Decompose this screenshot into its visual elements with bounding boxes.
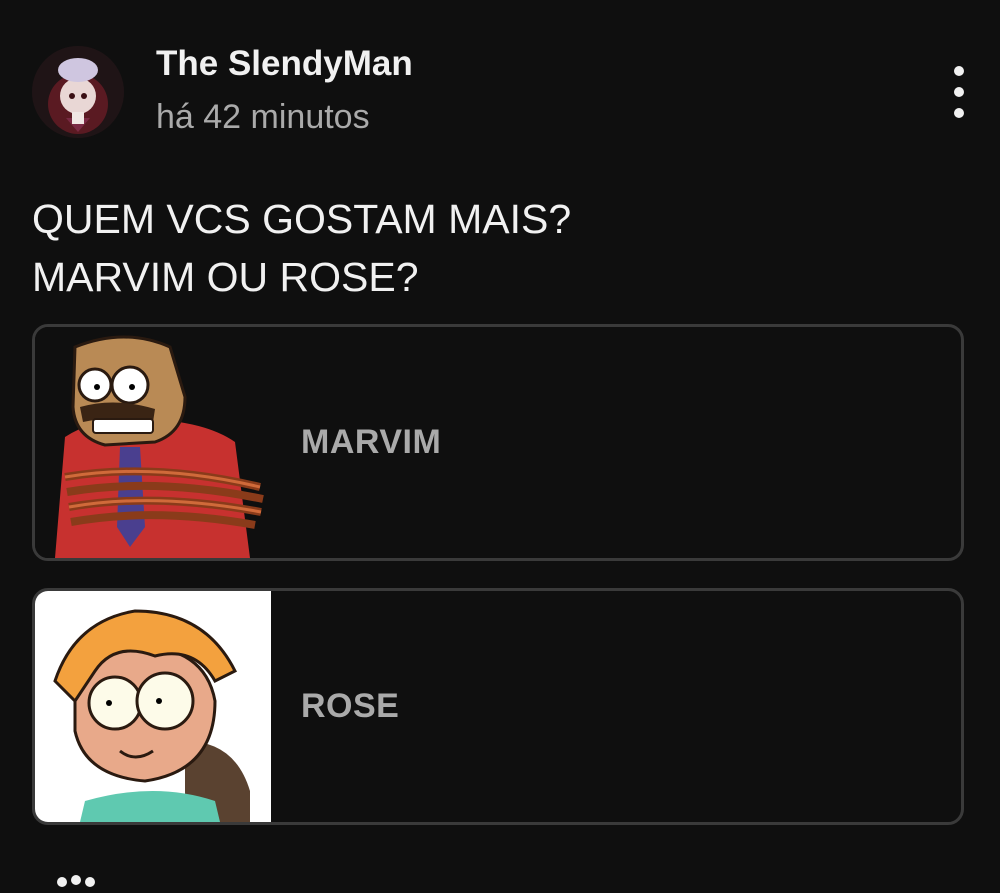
option-label: ROSE <box>301 687 400 725</box>
author-avatar[interactable] <box>32 46 124 138</box>
menu-dot <box>954 66 964 76</box>
post-header: The SlendyMan há 42 minutos <box>0 0 1000 170</box>
post-text: QUEM VCS GOSTAM MAIS? MARVIM OU ROSE? <box>32 190 571 306</box>
poll-option-marvim[interactable]: MARVIM <box>32 324 964 561</box>
menu-dot <box>954 87 964 97</box>
post-text-line: MARVIM OU ROSE? <box>32 254 419 300</box>
post-timestamp: há 42 minutos <box>156 98 370 136</box>
option-image <box>35 327 271 558</box>
option-label: MARVIM <box>301 423 442 461</box>
option-image <box>35 591 271 822</box>
poll-option-rose[interactable]: ROSE <box>32 588 964 825</box>
author-name[interactable]: The SlendyMan <box>156 44 413 84</box>
more-vert-icon[interactable] <box>940 66 978 118</box>
next-item-peek <box>32 868 116 888</box>
post-text-line: QUEM VCS GOSTAM MAIS? <box>32 196 572 242</box>
menu-dot <box>954 108 964 118</box>
